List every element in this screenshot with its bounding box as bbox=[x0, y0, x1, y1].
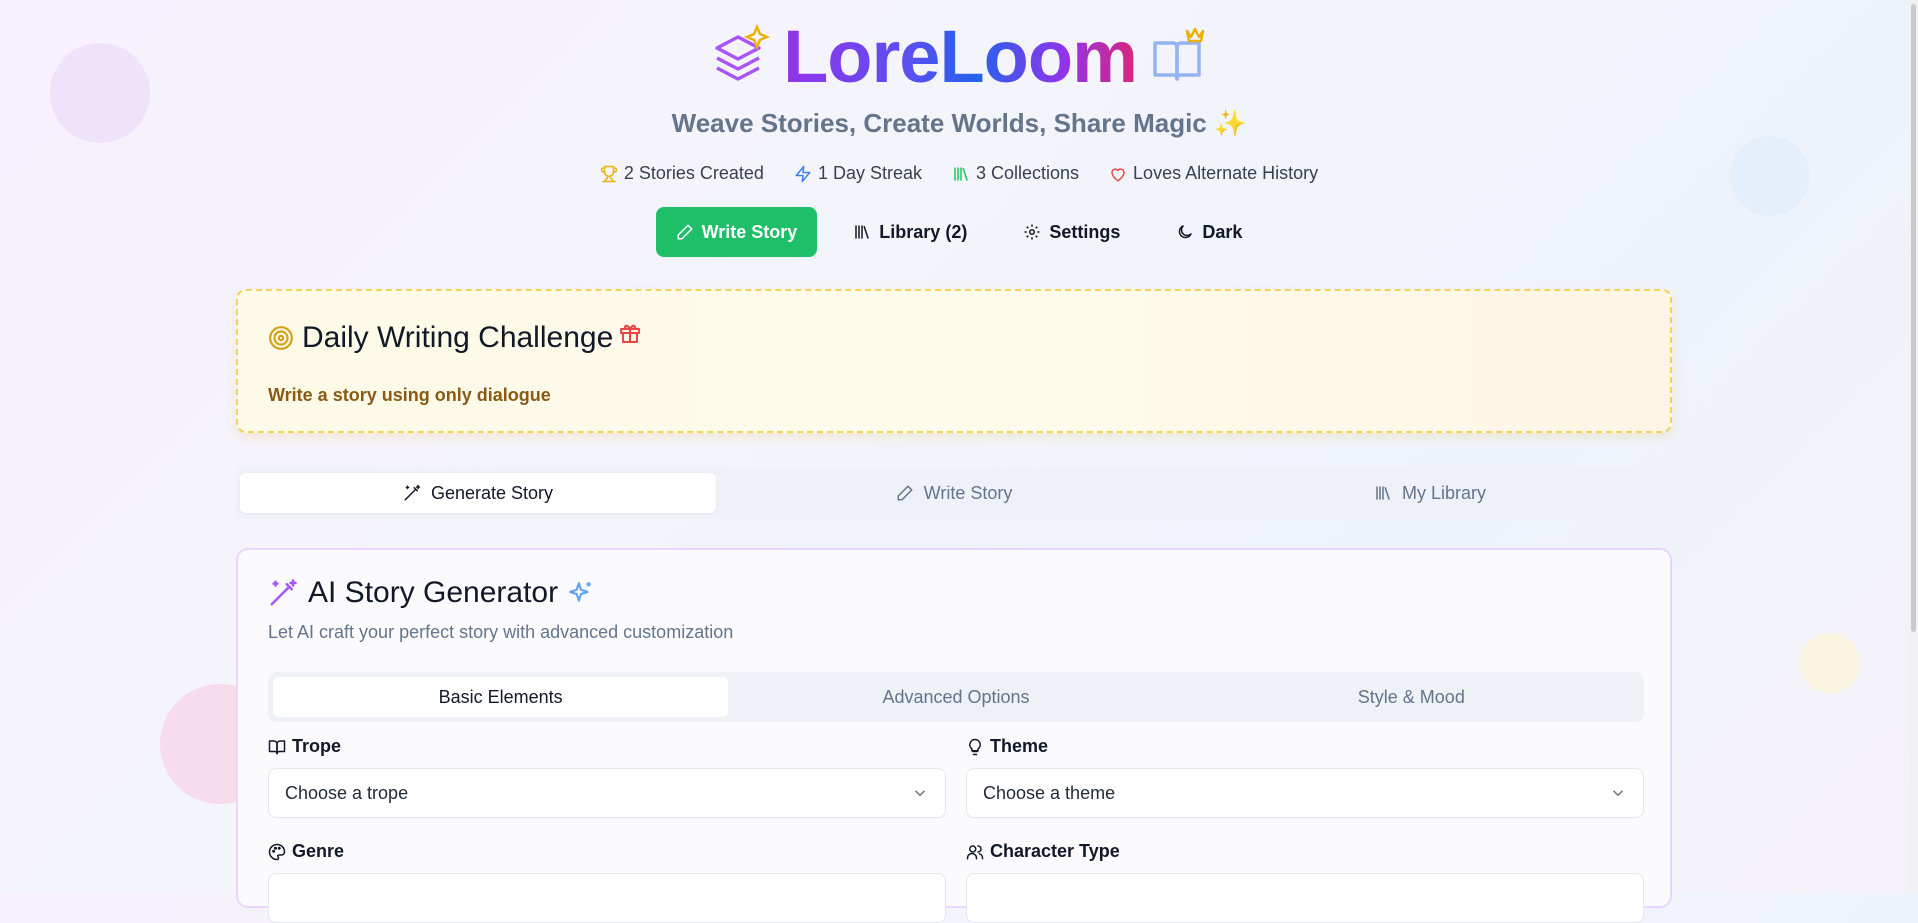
layers-icon bbox=[709, 23, 771, 91]
theme-label-text: Theme bbox=[990, 736, 1049, 756]
gear-icon bbox=[1024, 224, 1040, 240]
chevron-down-icon bbox=[1612, 790, 1624, 797]
generator-subtabs: Basic Elements Advanced Options Style & … bbox=[268, 672, 1644, 722]
trope-placeholder: Choose a trope bbox=[285, 782, 409, 803]
scrollbar-thumb[interactable] bbox=[1911, 4, 1916, 632]
tab-label: Write Story bbox=[923, 482, 1013, 503]
sparkles-icon: ✨ bbox=[1214, 108, 1247, 138]
pencil-icon bbox=[677, 224, 693, 240]
lightning-icon bbox=[795, 165, 811, 182]
logo: LoreLoom bbox=[0, 14, 1918, 100]
subtab-advanced-options[interactable]: Advanced Options bbox=[728, 677, 1183, 717]
settings-label: Settings bbox=[1049, 221, 1121, 242]
tab-my-library[interactable]: My Library bbox=[1192, 473, 1668, 513]
trope-select[interactable]: Choose a trope bbox=[268, 768, 946, 818]
library-icon bbox=[1376, 486, 1390, 500]
trope-label-text: Trope bbox=[292, 736, 342, 756]
theme-select[interactable]: Choose a theme bbox=[966, 768, 1644, 818]
book-open-icon bbox=[1149, 25, 1209, 90]
book-open-icon bbox=[268, 739, 286, 754]
trophy-icon bbox=[600, 165, 618, 182]
dark-mode-label: Dark bbox=[1202, 221, 1243, 242]
subtab-basic-elements[interactable]: Basic Elements bbox=[273, 677, 729, 717]
decorative-blob bbox=[1800, 633, 1860, 693]
users-icon bbox=[966, 844, 984, 859]
magic-wand-icon bbox=[404, 484, 421, 501]
ai-story-generator-card: AI Story Generator Let AI craft your per… bbox=[236, 548, 1672, 923]
pencil-icon bbox=[897, 485, 913, 501]
stats-bar: 2 Stories Created 1 Day Streak 3 Collect… bbox=[0, 163, 1918, 184]
target-icon bbox=[269, 326, 293, 350]
tab-label: My Library bbox=[1401, 482, 1486, 503]
character-type-label: Character Type bbox=[966, 841, 1120, 862]
app-title: LoreLoom bbox=[783, 15, 1138, 98]
moon-icon bbox=[1179, 225, 1193, 239]
genre-select[interactable] bbox=[268, 873, 946, 923]
daily-challenge-card: Daily Writing Challenge Write a story us… bbox=[236, 289, 1672, 433]
tab-generate-story[interactable]: Generate Story bbox=[240, 473, 716, 513]
card-title: AI Story Generator bbox=[308, 576, 559, 609]
stat-collections: 3 Collections bbox=[952, 163, 1079, 184]
stat-day-streak: 1 Day Streak bbox=[794, 163, 922, 184]
library-label: Library (2) bbox=[879, 221, 968, 242]
theme-placeholder: Choose a theme bbox=[983, 782, 1116, 803]
main-nav: Write Story Library (2) Settings Dark bbox=[0, 207, 1918, 257]
header: LoreLoom Weave Stories, Create Worlds, S… bbox=[0, 0, 1918, 280]
main-tabs: Generate Story Write Story My Library bbox=[236, 467, 1672, 519]
dark-mode-button[interactable]: Dark bbox=[1156, 207, 1262, 257]
library-icon bbox=[954, 166, 968, 181]
card-subtitle: Let AI craft your perfect story with adv… bbox=[268, 622, 734, 642]
write-story-label: Write Story bbox=[701, 221, 798, 242]
gift-icon bbox=[620, 324, 640, 343]
genre-label-text: Genre bbox=[292, 841, 345, 861]
library-icon bbox=[855, 225, 870, 239]
stat-label: 3 Collections bbox=[975, 163, 1080, 183]
character-type-label-text: Character Type bbox=[990, 841, 1120, 861]
chevron-down-icon bbox=[914, 790, 926, 797]
stat-favorite-genre: Loves Alternate History bbox=[1109, 163, 1318, 184]
theme-label: Theme bbox=[966, 736, 1048, 757]
tagline: Weave Stories, Create Worlds, Share Magi… bbox=[0, 108, 1918, 139]
challenge-title: Daily Writing Challenge bbox=[302, 321, 614, 354]
palette-icon bbox=[268, 843, 286, 860]
challenge-prompt: Write a story using only dialogue bbox=[268, 385, 551, 405]
sparkle-icon bbox=[569, 582, 591, 602]
tab-write-story[interactable]: Write Story bbox=[716, 473, 1192, 513]
stat-stories-created: 2 Stories Created bbox=[600, 163, 764, 184]
stat-label: 1 Day Streak bbox=[817, 163, 922, 183]
character-type-select[interactable] bbox=[966, 873, 1644, 923]
stat-label: Loves Alternate History bbox=[1133, 163, 1319, 183]
trope-label: Trope bbox=[268, 736, 341, 757]
write-story-button[interactable]: Write Story bbox=[655, 207, 818, 257]
settings-button[interactable]: Settings bbox=[1003, 207, 1140, 257]
genre-label: Genre bbox=[268, 841, 344, 862]
tagline-text: Weave Stories, Create Worlds, Share Magi… bbox=[671, 108, 1207, 138]
lightbulb-icon bbox=[969, 738, 981, 755]
card-header: AI Story Generator bbox=[268, 576, 594, 610]
tab-label: Generate Story bbox=[430, 482, 554, 503]
heart-icon bbox=[1111, 167, 1125, 181]
library-button[interactable]: Library (2) bbox=[833, 207, 987, 257]
magic-wand-icon bbox=[270, 579, 297, 606]
scrollbar[interactable] bbox=[1909, 0, 1918, 892]
subtab-style-mood[interactable]: Style & Mood bbox=[1184, 677, 1639, 717]
stat-label: 2 Stories Created bbox=[623, 163, 764, 183]
